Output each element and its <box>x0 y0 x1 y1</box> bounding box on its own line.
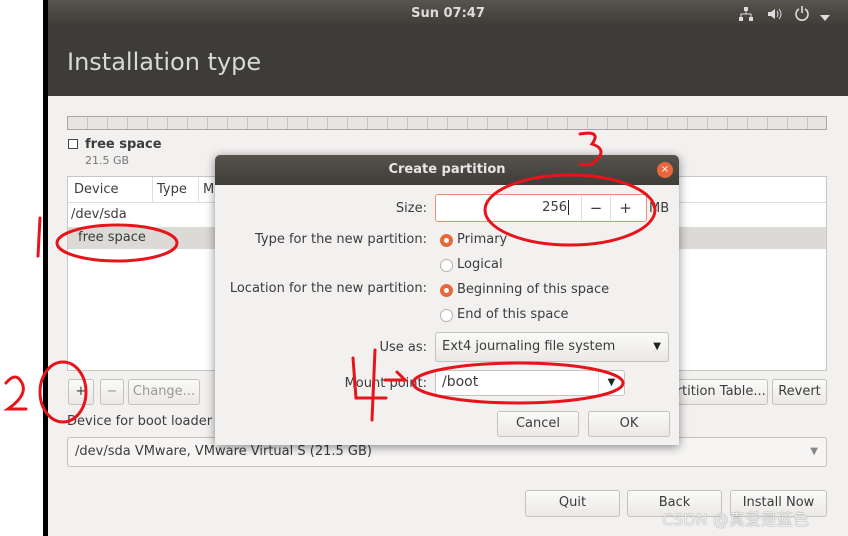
change-partition-button[interactable]: Change... <box>128 379 200 405</box>
logical-label[interactable]: Logical <box>457 257 503 272</box>
network-icon[interactable] <box>738 6 754 22</box>
close-icon[interactable]: × <box>657 162 673 178</box>
free-space-size: 21.5 GB <box>85 154 130 167</box>
radio-logical[interactable] <box>440 259 453 272</box>
column-mount[interactable]: M <box>198 177 214 203</box>
watermark: CSDN @真爱是蓝色 <box>662 510 809 529</box>
location-label: Location for the new partition: <box>229 281 427 296</box>
revert-button[interactable]: Revert <box>772 379 827 405</box>
size-unit: MB <box>649 201 670 216</box>
dropdown-arrow-icon: ▼ <box>653 341 661 352</box>
volume-icon[interactable] <box>766 6 782 26</box>
mount-point-combo[interactable]: /boot ▼ <box>435 370 625 396</box>
create-partition-dialog: Create partition × Size: 256 − + MB Type… <box>215 155 679 445</box>
use-as-select[interactable]: Ext4 journaling file system ▼ <box>435 332 669 362</box>
row-label: free space <box>78 230 146 245</box>
column-type[interactable]: Type <box>152 177 187 203</box>
top-panel: Sun 07:47 <box>48 0 848 28</box>
radio-end[interactable] <box>440 309 453 322</box>
dialog-title: Create partition <box>215 155 679 185</box>
beginning-label[interactable]: Beginning of this space <box>457 282 609 297</box>
clock[interactable]: Sun 07:47 <box>48 6 848 21</box>
radio-primary[interactable] <box>440 234 453 247</box>
disk-usage-bar <box>67 116 827 130</box>
column-device[interactable]: Device <box>74 182 118 197</box>
radio-beginning[interactable] <box>440 284 453 297</box>
add-partition-button[interactable]: + <box>68 379 94 405</box>
table-row[interactable]: /dev/sda <box>71 207 127 222</box>
decrement-button[interactable]: − <box>581 195 610 221</box>
chevron-down-icon[interactable] <box>820 10 830 25</box>
primary-label[interactable]: Primary <box>457 232 507 247</box>
ok-button[interactable]: OK <box>588 411 670 437</box>
mount-point-label: Mount point: <box>344 376 427 391</box>
power-icon[interactable] <box>794 5 810 26</box>
increment-button[interactable]: + <box>610 195 640 221</box>
size-spinbox[interactable]: 256 − + <box>435 194 647 222</box>
use-as-value: Ext4 journaling file system <box>442 339 616 354</box>
size-label: Size: <box>395 201 427 216</box>
bootloader-value: /dev/sda VMware, VMware Virtual S (21.5 … <box>75 444 372 459</box>
mount-point-input[interactable]: /boot <box>442 374 478 390</box>
use-as-label: Use as: <box>379 340 427 355</box>
free-space-swatch <box>68 139 78 149</box>
remove-partition-button[interactable]: − <box>100 379 124 405</box>
header: Installation type <box>48 28 848 96</box>
type-label: Type for the new partition: <box>254 232 427 247</box>
quit-button[interactable]: Quit <box>525 490 620 517</box>
page-title: Installation type <box>67 48 262 76</box>
annotation-number-2 <box>3 375 28 411</box>
size-input[interactable]: 256 <box>436 200 569 215</box>
cancel-button[interactable]: Cancel <box>497 411 579 437</box>
dropdown-arrow-icon[interactable]: ▼ <box>598 371 624 395</box>
dropdown-arrow-icon: ▼ <box>810 446 818 457</box>
annotation-number-1 <box>36 216 42 258</box>
end-label[interactable]: End of this space <box>457 307 569 322</box>
free-space-label: free space <box>85 137 162 152</box>
